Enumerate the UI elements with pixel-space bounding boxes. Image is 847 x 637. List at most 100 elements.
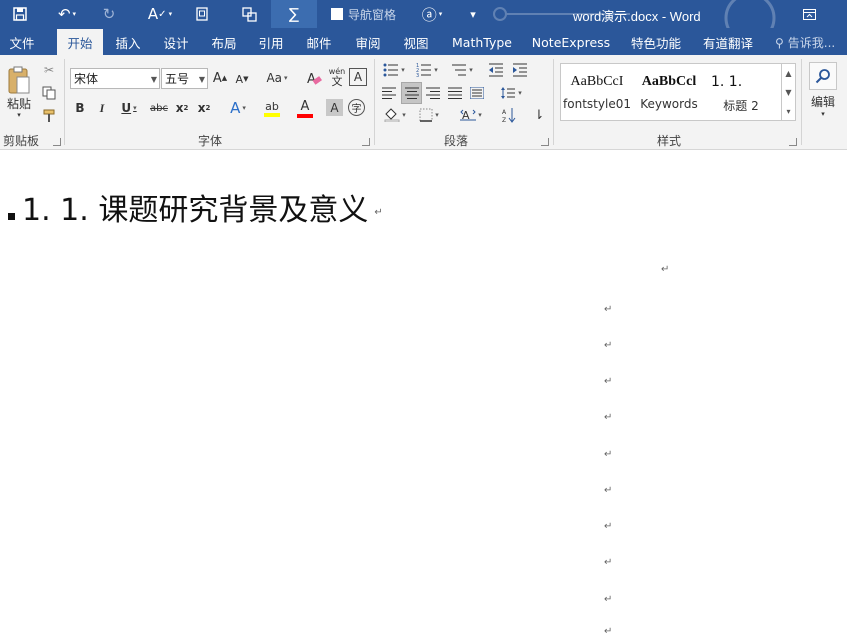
clipboard-launcher-icon[interactable]: [53, 138, 61, 146]
compare-icon[interactable]: [236, 0, 262, 28]
lightbulb-icon: ⚲: [775, 35, 784, 50]
style-keywords[interactable]: AaBbCcl Keywords: [636, 67, 702, 117]
style-sample: AaBbCcI: [570, 74, 624, 89]
borders-icon[interactable]: ▾: [414, 106, 444, 124]
title-bar: ↶ ▾ ↻ A ✓ ▾ ∑ 导航窗格 ⓐ ▾ ▾ word演示.docx - Word: [0, 0, 847, 28]
italic-icon[interactable]: I: [94, 99, 110, 117]
superscript-icon[interactable]: x2: [195, 99, 213, 117]
tab-view[interactable]: 视图: [394, 29, 438, 55]
align-center-icon[interactable]: [401, 82, 422, 104]
paste-dropdown-icon[interactable]: ▾: [12, 110, 26, 120]
tab-review[interactable]: 审阅: [346, 29, 390, 55]
align-left-icon[interactable]: [380, 84, 398, 102]
strikethrough-icon[interactable]: abc: [148, 99, 170, 117]
nav-pane-toggle[interactable]: 导航窗格: [331, 6, 396, 22]
spelling-icon[interactable]: A ✓ ▾: [142, 0, 178, 28]
phonetic-guide-icon[interactable]: wén 文: [327, 65, 347, 89]
copy-icon[interactable]: [40, 84, 58, 102]
style-name: fontstyle01: [563, 97, 631, 111]
character-border-icon[interactable]: A: [349, 68, 367, 86]
style-heading-2[interactable]: 1. 1. 标题 2: [708, 67, 774, 117]
find-icon[interactable]: [809, 62, 837, 90]
grow-font-icon[interactable]: A ▲: [212, 68, 228, 88]
tab-references[interactable]: 引用: [250, 29, 292, 55]
format-icon[interactable]: ⓐ ▾: [415, 0, 449, 28]
bullets-icon[interactable]: ▾: [380, 61, 408, 79]
distributed-icon[interactable]: [468, 84, 486, 102]
tab-mathtype[interactable]: MathType: [446, 29, 518, 55]
nav-pane-checkbox[interactable]: [331, 8, 343, 20]
shading-icon[interactable]: ▾: [380, 106, 410, 124]
tab-noteexpress[interactable]: NoteExpress: [526, 29, 616, 55]
ribbon-display-options-icon[interactable]: [796, 0, 822, 28]
enclose-characters-icon[interactable]: 字: [348, 99, 365, 116]
cut-icon[interactable]: ✂: [40, 61, 58, 79]
font-name-dropdown[interactable]: 宋体 ▼: [70, 68, 160, 89]
tab-design[interactable]: 设计: [155, 29, 197, 55]
paste-icon[interactable]: [6, 63, 32, 97]
styles-launcher-icon[interactable]: [789, 138, 797, 146]
paragraph-mark-icon: ↵: [604, 376, 613, 387]
print-layout-icon[interactable]: [190, 0, 214, 28]
justify-icon[interactable]: [446, 84, 464, 102]
paragraph-launcher-icon[interactable]: [541, 138, 549, 146]
document-page[interactable]: 1. 1. 课题研究背景及意义 ↵ ↵ ↵ ↵ ↵ ↵ ↵ ↵ ↵ ↵ ↵ ↵: [0, 151, 847, 637]
paragraph-mark-icon: ↵: [604, 594, 613, 605]
subscript-icon[interactable]: x2: [173, 99, 191, 117]
style-fontstyle01[interactable]: AaBbCcI fontstyle01: [563, 67, 631, 117]
tab-file[interactable]: 文件: [0, 29, 44, 55]
ribbon-tabs: 文件 开始 插入 设计 布局 引用 邮件 审阅 视图 MathType Note…: [0, 28, 847, 55]
sort-icon[interactable]: AZ: [499, 106, 519, 124]
numbering-icon[interactable]: 1 2 3 ▾: [413, 61, 441, 79]
font-color-icon[interactable]: A: [290, 97, 320, 119]
tab-special-features[interactable]: 特色功能: [624, 29, 688, 55]
tab-insert[interactable]: 插入: [108, 29, 148, 55]
svg-text:Z: Z: [502, 117, 506, 123]
bold-icon[interactable]: B: [72, 99, 88, 117]
font-group-label: 字体: [198, 134, 223, 148]
tab-home[interactable]: 开始: [57, 29, 103, 55]
clipboard-group-label: 剪贴板: [3, 134, 40, 148]
undo-icon[interactable]: ↶ ▾: [50, 0, 84, 28]
text-effects-icon[interactable]: A ▾: [224, 98, 252, 118]
paragraph-mark-icon: ↵: [604, 521, 613, 532]
chinese-layout-icon[interactable]: A ▾: [455, 106, 487, 124]
shrink-font-icon[interactable]: A ▼: [234, 69, 250, 89]
paragraph-mark-icon: ↵: [661, 264, 670, 275]
increase-indent-icon[interactable]: [510, 61, 530, 79]
change-case-icon[interactable]: Aa ▾: [262, 68, 292, 88]
line-spacing-icon[interactable]: ▾: [496, 84, 526, 102]
editing-label[interactable]: 编辑: [806, 93, 840, 109]
tell-me-box[interactable]: ⚲ 告诉我...: [775, 34, 835, 51]
character-shading-icon[interactable]: A: [326, 99, 343, 116]
font-launcher-icon[interactable]: [362, 138, 370, 146]
tab-youdao-translate[interactable]: 有道翻译: [696, 29, 760, 55]
style-name: 标题 2: [723, 99, 759, 113]
format-painter-icon[interactable]: [40, 107, 58, 125]
highlight-color-icon[interactable]: ab: [256, 97, 288, 119]
show-hide-marks-icon[interactable]: ⇂: [530, 106, 548, 124]
align-right-icon[interactable]: [424, 84, 442, 102]
styles-gallery: AaBbCcI fontstyle01 AaBbCcl Keywords 1. …: [560, 63, 796, 121]
svg-text:A: A: [502, 109, 507, 116]
decrease-indent-icon[interactable]: [486, 61, 506, 79]
heading-paragraph[interactable]: 1. 1. 课题研究背景及意义 ↵: [8, 185, 383, 229]
multilevel-list-icon[interactable]: ▾: [447, 61, 477, 79]
equation-icon[interactable]: ∑: [271, 0, 317, 28]
editing-dropdown-icon[interactable]: ▾: [816, 109, 830, 119]
tab-mailings[interactable]: 邮件: [298, 29, 340, 55]
save-icon[interactable]: [4, 0, 36, 28]
tab-layout[interactable]: 布局: [203, 29, 245, 55]
font-size-dropdown[interactable]: 五号 ▼: [161, 68, 208, 89]
redo-icon[interactable]: ↻: [96, 0, 122, 28]
paste-label[interactable]: 粘贴: [4, 96, 34, 111]
paragraph-mark-icon: ↵: [604, 485, 613, 496]
chevron-down-icon: ▼: [150, 75, 157, 84]
clear-formatting-icon[interactable]: A: [304, 68, 324, 88]
style-sample: AaBbCcl: [641, 74, 697, 89]
styles-scroll-up-icon[interactable]: ▲: [781, 64, 795, 83]
underline-icon[interactable]: U ▾: [116, 99, 142, 117]
styles-more-icon[interactable]: ▾: [781, 102, 795, 121]
paragraph-mark-icon: ↵: [374, 206, 383, 218]
styles-scroll-down-icon[interactable]: ▼: [781, 83, 795, 102]
